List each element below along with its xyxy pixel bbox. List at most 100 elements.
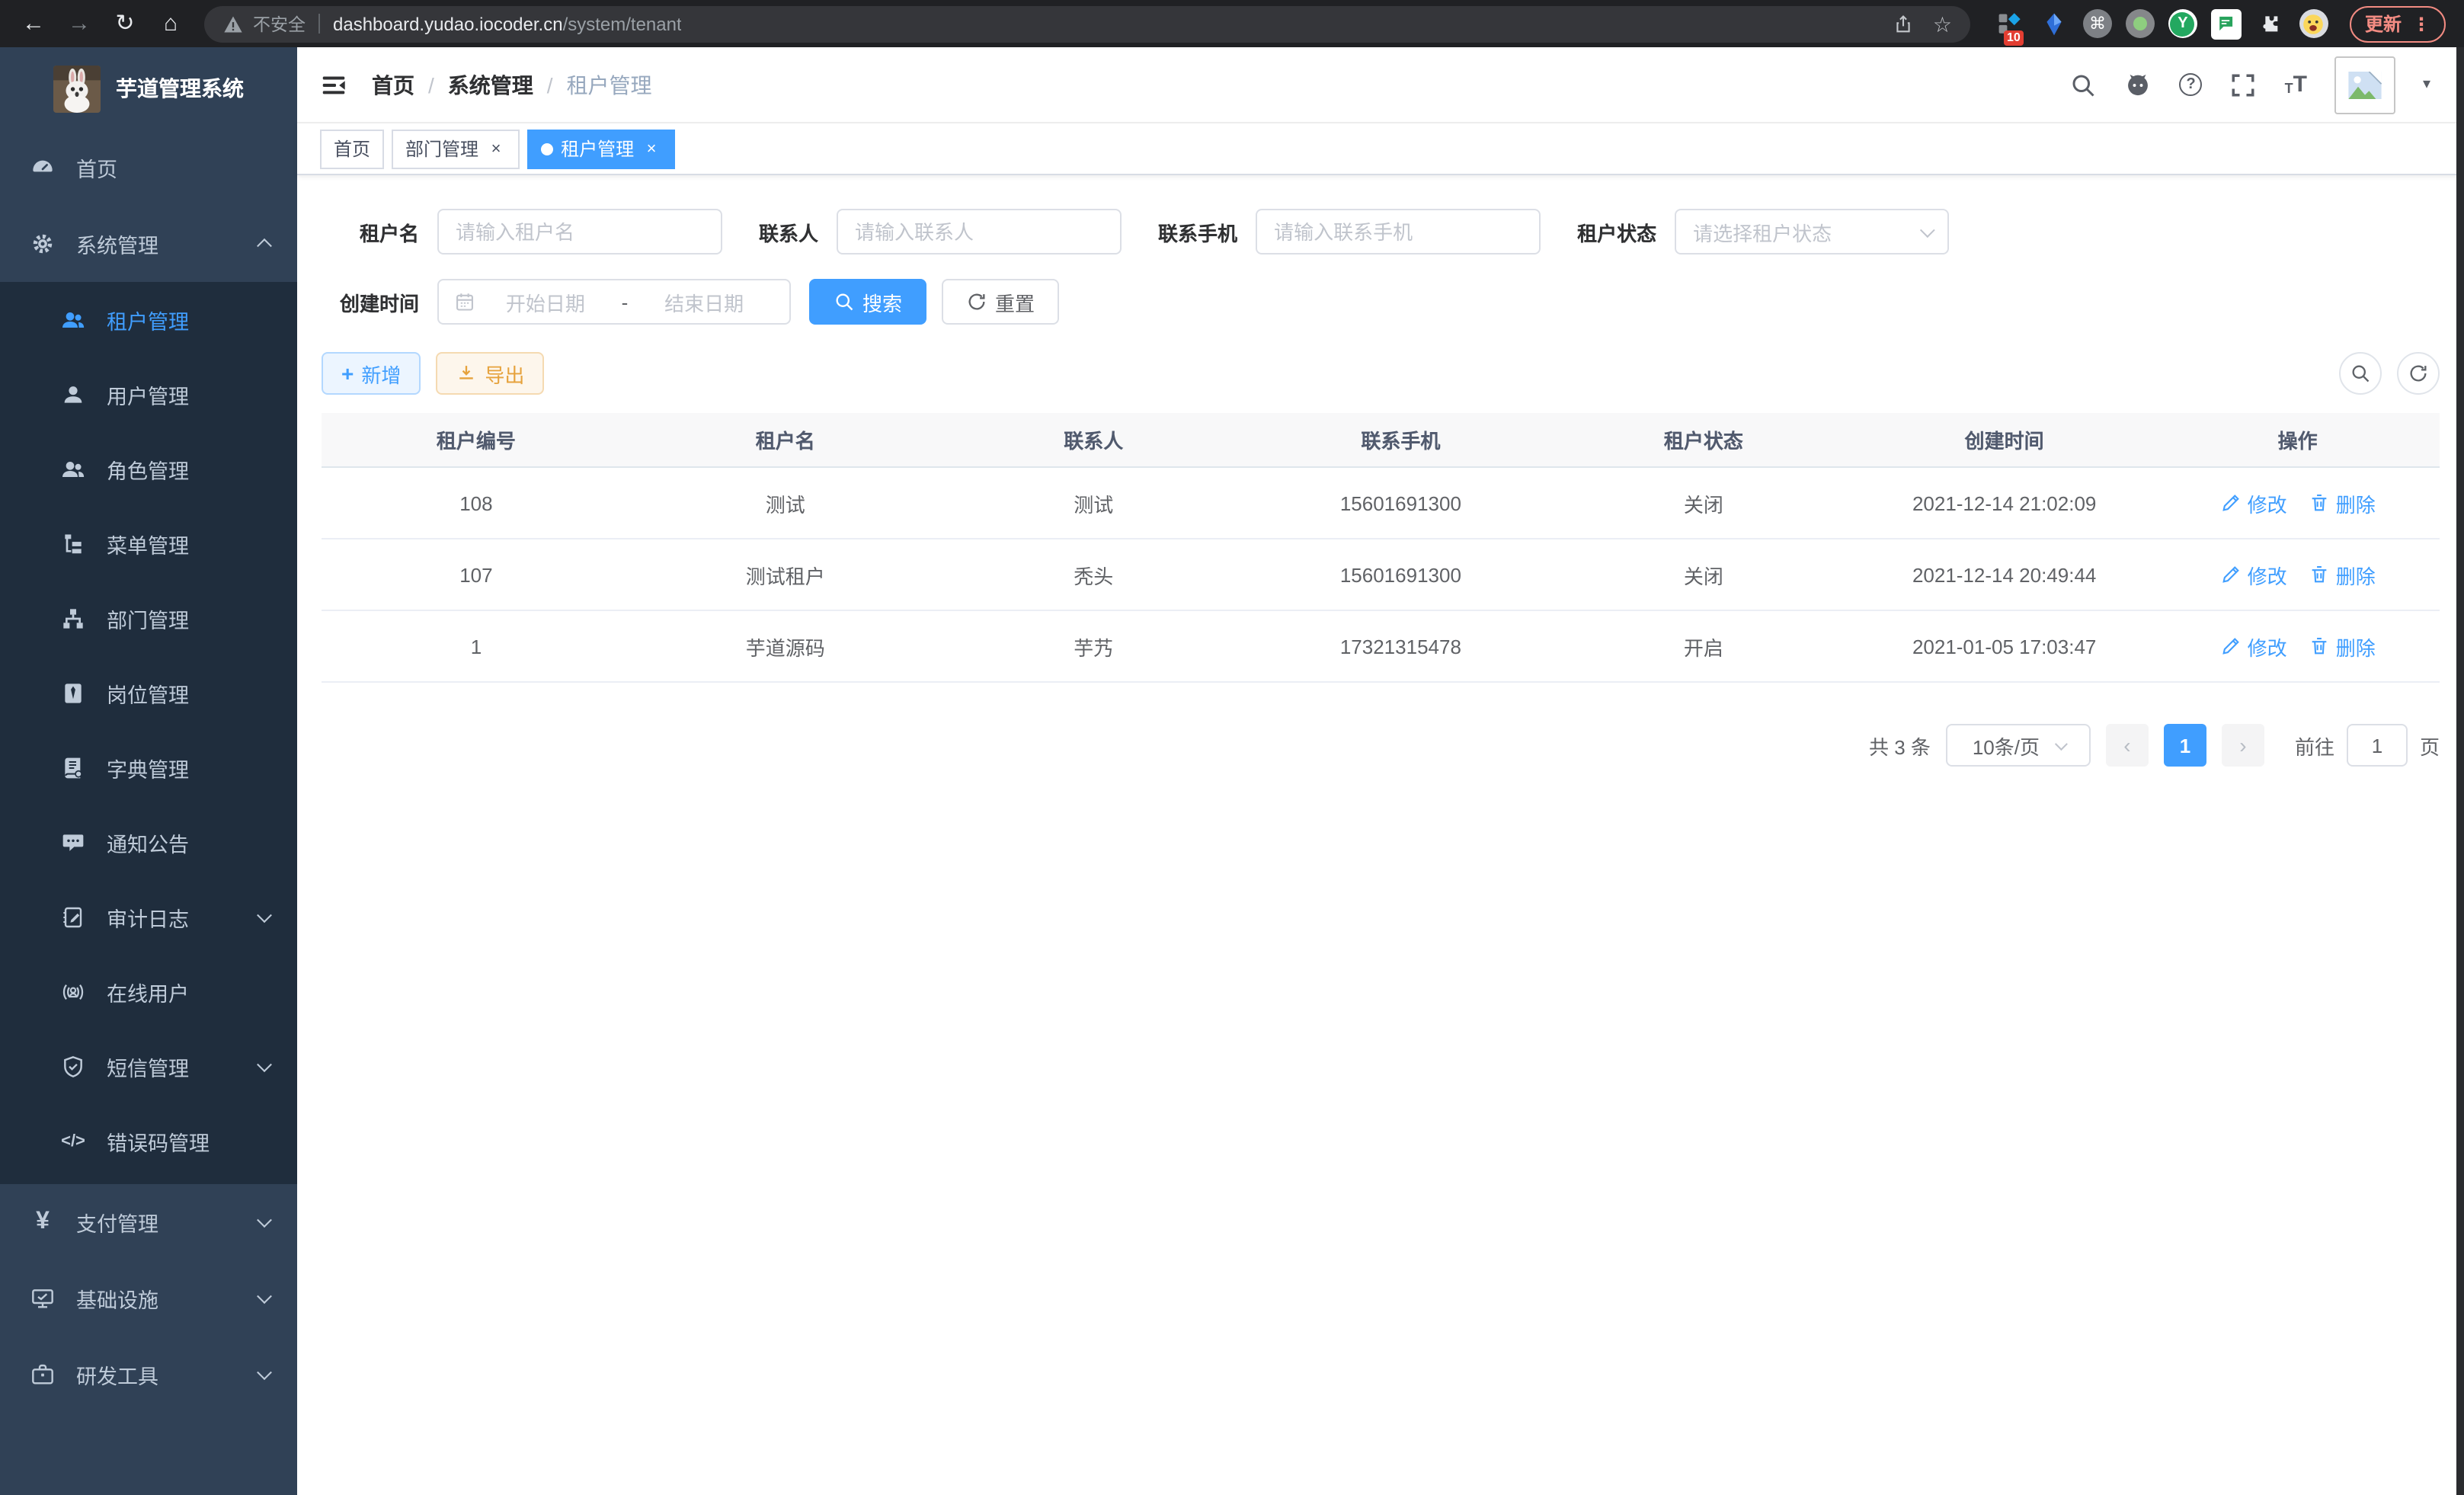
close-icon[interactable]: × xyxy=(642,139,661,158)
sidebar-item-label: 通知公告 xyxy=(107,827,189,857)
sidebar-item-sms[interactable]: 短信管理 xyxy=(0,1029,297,1103)
date-end-placeholder[interactable]: 结束日期 xyxy=(634,287,774,316)
bookmark-star-icon[interactable]: ☆ xyxy=(1933,5,1952,42)
forward-icon[interactable]: → xyxy=(61,0,98,47)
sidebar-item-dept[interactable]: 部门管理 xyxy=(0,581,297,655)
close-icon[interactable]: × xyxy=(486,139,506,158)
sidebar-item-menu[interactable]: 菜单管理 xyxy=(0,506,297,581)
status-select-placeholder: 请选择租户状态 xyxy=(1693,217,1832,246)
browser-update-button[interactable]: 更新 ⋮ xyxy=(2350,5,2446,42)
sidebar-item-devtools[interactable]: 研发工具 xyxy=(0,1337,297,1413)
home-icon[interactable]: ⌂ xyxy=(152,0,189,47)
extension-chat-icon[interactable] xyxy=(2211,8,2242,39)
column-header: 租户名 xyxy=(631,425,940,454)
back-icon[interactable]: ← xyxy=(15,0,52,47)
sidebar-item-post[interactable]: 岗位管理 xyxy=(0,655,297,730)
tag-home[interactable]: 首页 xyxy=(320,129,384,168)
delete-label: 删除 xyxy=(2336,560,2376,589)
extensions-puzzle-icon[interactable] xyxy=(2255,8,2286,39)
contact-input[interactable] xyxy=(837,209,1122,255)
sidebar-item-label: 部门管理 xyxy=(107,603,189,633)
fullscreen-icon[interactable] xyxy=(2230,71,2258,98)
sidebar-item-home[interactable]: 首页 xyxy=(0,130,297,206)
extension-badge: 10 xyxy=(2004,30,2024,45)
breadcrumb-parent[interactable]: 系统管理 xyxy=(448,69,533,100)
search-icon xyxy=(834,291,855,312)
security-label[interactable]: 不安全 xyxy=(253,11,306,36)
breadcrumb-home[interactable]: 首页 xyxy=(372,69,414,100)
tenant-name-input[interactable] xyxy=(437,209,722,255)
status-select[interactable]: 请选择租户状态 xyxy=(1675,209,1949,255)
show-search-button[interactable] xyxy=(2339,352,2382,395)
extension-grid-icon[interactable]: 10 xyxy=(1995,8,2025,39)
extension-balloon-icon[interactable] xyxy=(2039,8,2069,39)
sidebar-item-user[interactable]: 用户管理 xyxy=(0,357,297,431)
date-range-picker[interactable]: 开始日期 - 结束日期 xyxy=(437,279,791,325)
export-button[interactable]: 导出 xyxy=(436,352,544,395)
tags-view: 首页 部门管理 × 租户管理 × xyxy=(297,123,2464,175)
date-start-placeholder[interactable]: 开始日期 xyxy=(475,287,616,316)
delete-link[interactable]: 删除 xyxy=(2309,488,2376,517)
app-title: 芋道管理系统 xyxy=(116,73,244,104)
prev-page-button[interactable]: ‹ xyxy=(2106,724,2149,767)
cell-tenant-id: 1 xyxy=(322,635,631,658)
font-size-icon[interactable]: TT xyxy=(2285,73,2307,96)
search-button[interactable]: 搜索 xyxy=(809,279,926,325)
column-header: 租户状态 xyxy=(1554,425,1853,454)
edit-label: 修改 xyxy=(2248,488,2287,517)
column-header: 联系人 xyxy=(940,425,1247,454)
delete-link[interactable]: 删除 xyxy=(2309,632,2376,661)
extension-dot-icon[interactable] xyxy=(2126,9,2155,38)
goto-page-input[interactable] xyxy=(2347,724,2408,767)
github-icon[interactable] xyxy=(2125,71,2152,98)
trash-icon xyxy=(2309,635,2330,657)
edit-link[interactable]: 修改 xyxy=(2220,488,2287,517)
refresh-table-button[interactable] xyxy=(2397,352,2440,395)
add-button[interactable]: + 新增 xyxy=(322,352,421,395)
navbar-actions: ? TT ▾ xyxy=(2070,56,2430,114)
sidebar-item-label: 在线用户 xyxy=(107,976,189,1007)
sidebar-item-payment[interactable]: ¥ 支付管理 xyxy=(0,1184,297,1260)
cell-created: 2021-12-14 21:02:09 xyxy=(1853,491,2156,514)
tag-dept[interactable]: 部门管理 × xyxy=(392,129,520,168)
table-tools xyxy=(2339,352,2440,395)
sidebar-item-system[interactable]: 系统管理 xyxy=(0,206,297,282)
edit-link[interactable]: 修改 xyxy=(2220,560,2287,589)
cell-tenant-id: 107 xyxy=(322,563,631,586)
share-icon[interactable] xyxy=(1893,13,1915,34)
url-text[interactable]: dashboard.yudao.iocoder.cn/system/tenant xyxy=(333,13,682,34)
sidebar-item-tenant[interactable]: 租户管理 xyxy=(0,282,297,357)
current-page-button[interactable]: 1 xyxy=(2164,724,2206,767)
sidebar-fold-icon[interactable] xyxy=(320,71,347,98)
next-page-button[interactable]: › xyxy=(2222,724,2264,767)
mobile-input[interactable] xyxy=(1256,209,1541,255)
tag-tenant-active[interactable]: 租户管理 × xyxy=(527,129,675,168)
cell-mobile: 15601691300 xyxy=(1247,491,1554,514)
page-size-select[interactable]: 10条/页 xyxy=(1946,724,2091,767)
pagination: 共 3 条 10条/页 ‹ 1 › 前往 页 xyxy=(322,724,2440,767)
extension-command-icon[interactable]: ⌘ xyxy=(2083,9,2112,38)
delete-link[interactable]: 删除 xyxy=(2309,560,2376,589)
edit-icon xyxy=(2220,492,2242,514)
edit-link[interactable]: 修改 xyxy=(2220,632,2287,661)
sidebar-item-online-users[interactable]: 在线用户 xyxy=(0,954,297,1029)
extension-y-icon[interactable]: Y xyxy=(2168,9,2197,38)
dashboard-icon xyxy=(30,155,55,180)
sidebar-item-dict[interactable]: 字典管理 xyxy=(0,730,297,805)
sidebar-item-notice[interactable]: 通知公告 xyxy=(0,805,297,879)
avatar[interactable] xyxy=(2334,56,2395,114)
browser-menu-icon[interactable]: ⋮ xyxy=(2412,16,2430,31)
reset-button[interactable]: 重置 xyxy=(942,279,1059,325)
cell-status: 关闭 xyxy=(1554,488,1853,517)
sidebar-item-error-code[interactable]: </> 错误码管理 xyxy=(0,1103,297,1178)
sidebar-item-role[interactable]: 角色管理 xyxy=(0,431,297,506)
search-icon[interactable] xyxy=(2070,71,2098,98)
extension-emoji-icon[interactable] xyxy=(2299,9,2328,38)
url-bar[interactable]: 不安全 dashboard.yudao.iocoder.cn/system/te… xyxy=(204,5,1970,42)
sidebar-logo[interactable]: 芋道管理系统 xyxy=(0,47,297,130)
avatar-caret-icon[interactable]: ▾ xyxy=(2423,76,2430,93)
help-icon[interactable]: ? xyxy=(2180,73,2203,96)
sidebar-item-infra[interactable]: 基础设施 xyxy=(0,1260,297,1337)
sidebar-item-audit-log[interactable]: 审计日志 xyxy=(0,879,297,954)
reload-icon[interactable]: ↻ xyxy=(107,0,143,47)
